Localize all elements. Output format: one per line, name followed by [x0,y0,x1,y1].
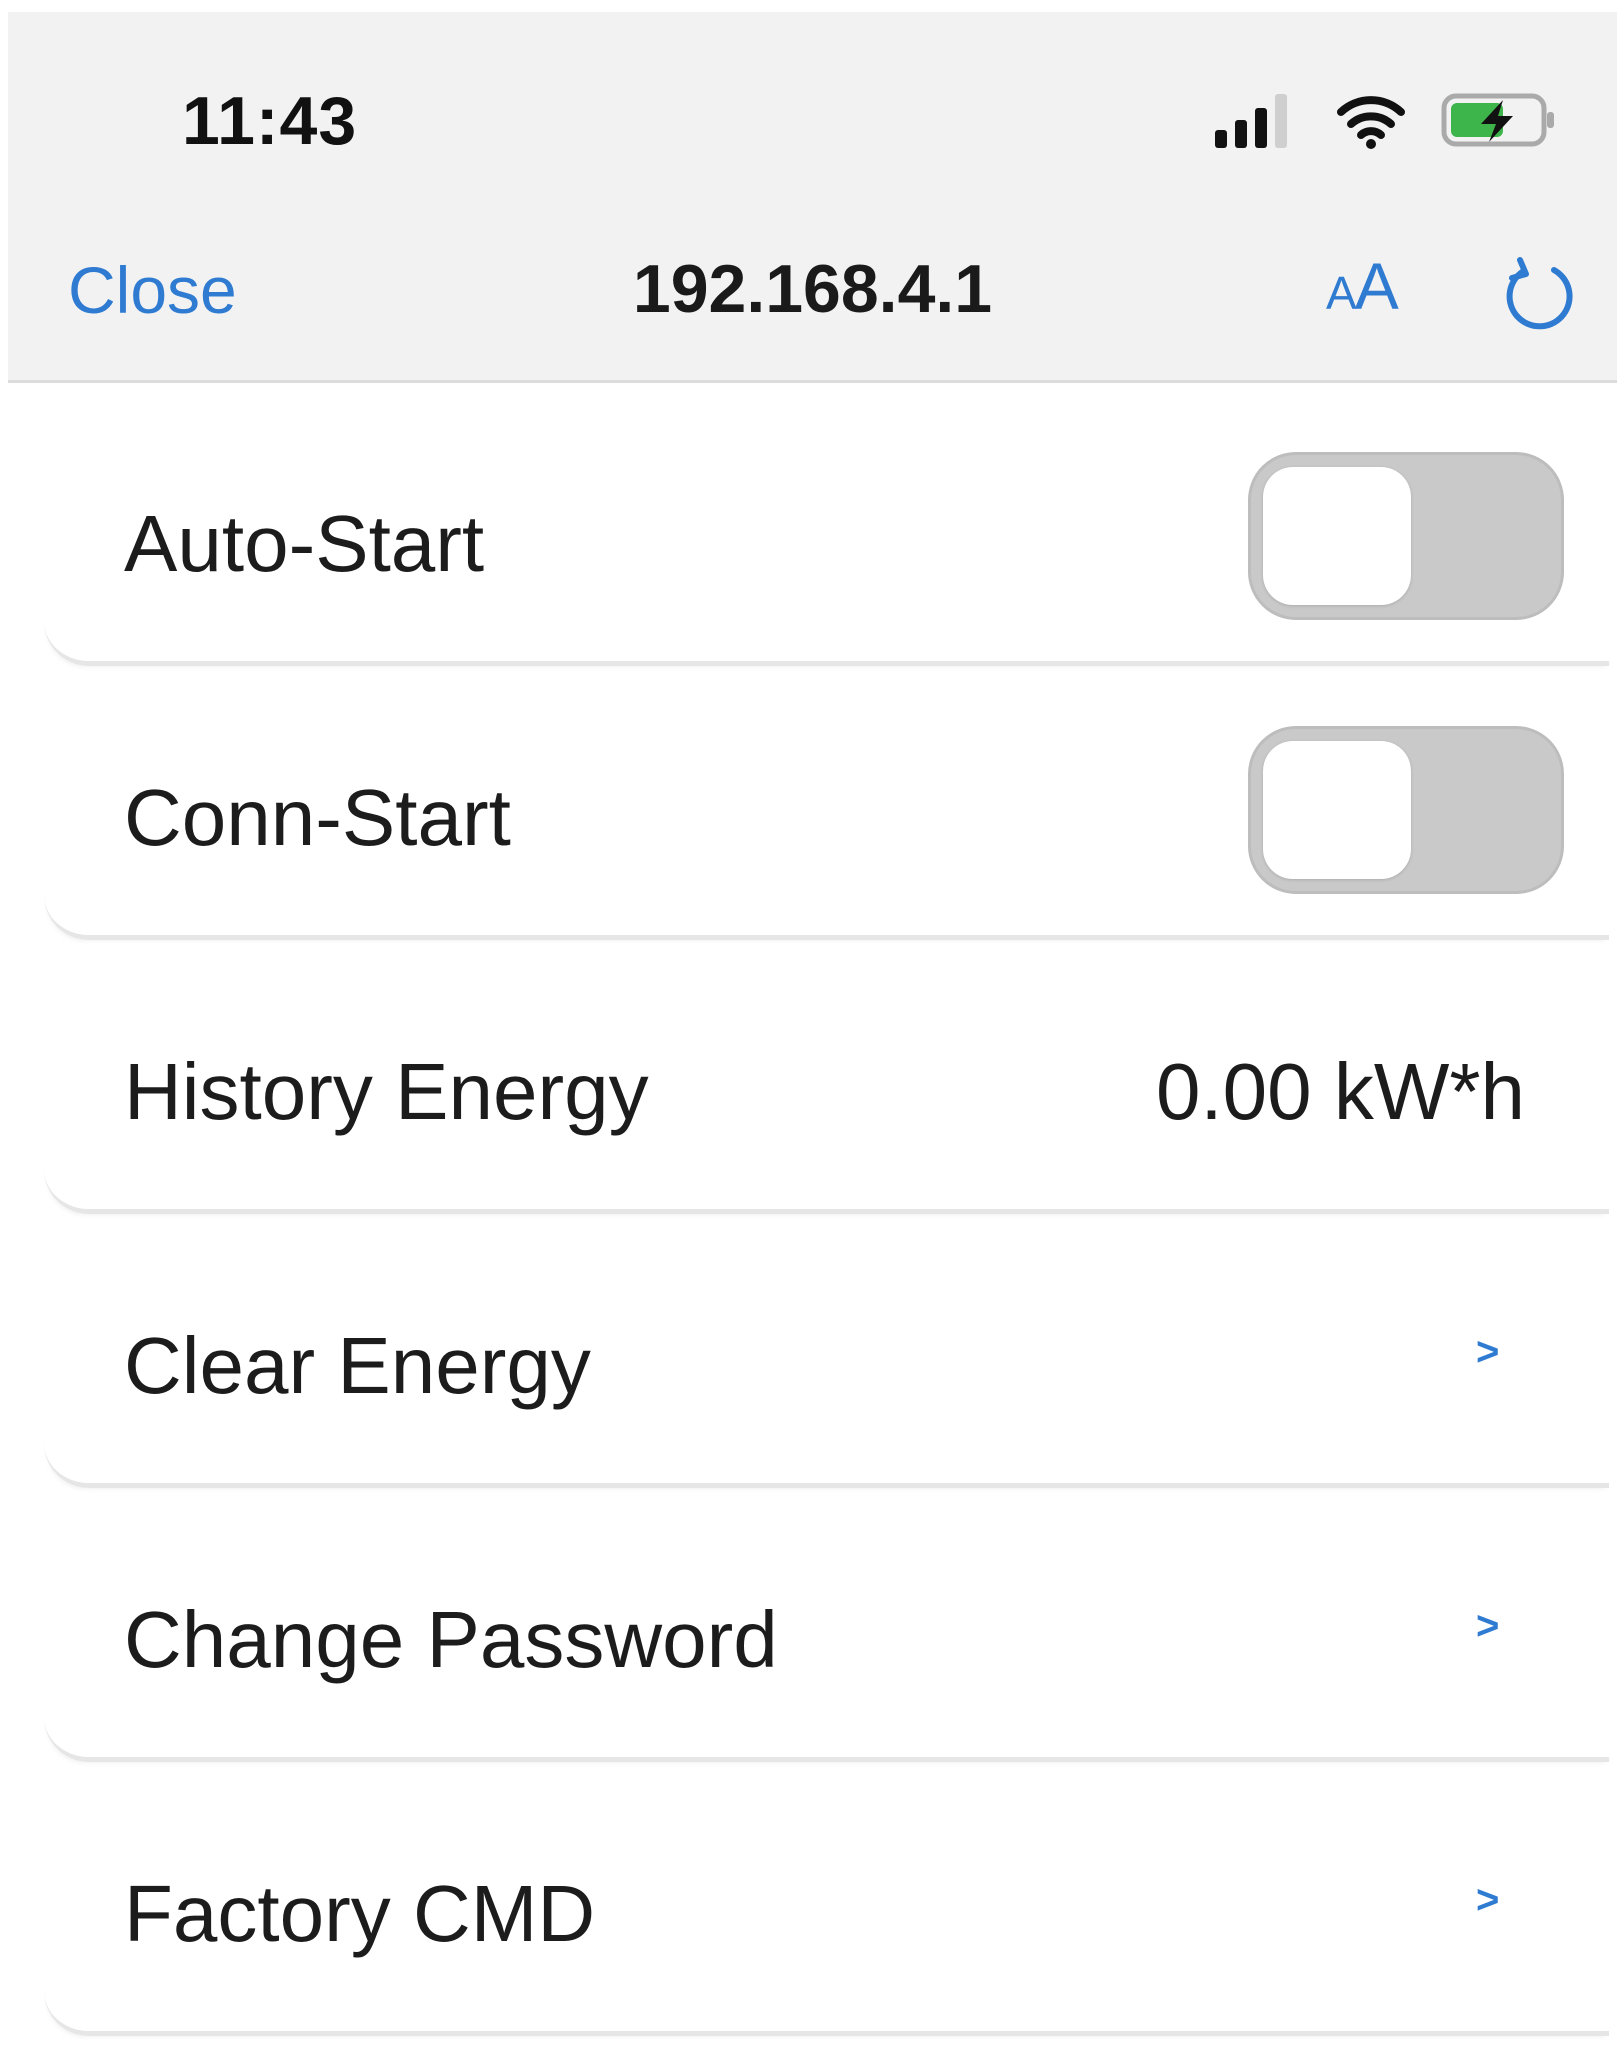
toggle-knob [1263,741,1411,879]
setting-label-history-energy: History Energy [124,1047,649,1136]
setting-label-conn-start: Conn-Start [124,773,511,862]
text-size-small-a: A [1326,267,1357,319]
browser-chrome: 11:43 Close 192.168.4.1 AA [8,12,1617,383]
auto-start-toggle[interactable] [1248,452,1564,620]
setting-label-auto-start: Auto-Start [124,499,485,588]
setting-label-change-password: Change Password [124,1595,778,1684]
setting-label-factory-cmd: Factory CMD [124,1869,596,1958]
setting-row-factory-cmd[interactable]: Factory CMD > [0,1762,1617,2036]
wifi-icon [1337,96,1405,149]
row-divider [44,895,1609,940]
setting-row-conn-start: Conn-Start [0,666,1617,940]
row-divider [44,1443,1609,1488]
setting-row-auto-start: Auto-Start [0,392,1617,666]
phone-screen: 11:43 Close 192.168.4.1 AA Auto-Start Co… [0,0,1617,2048]
row-divider [44,1169,1609,1214]
setting-label-clear-energy: Clear Energy [124,1321,591,1410]
reload-icon[interactable] [1496,252,1580,336]
toggle-knob [1263,467,1411,605]
chevron-right-icon: > [1476,1330,1500,1374]
text-size-button[interactable]: AA [1326,248,1399,324]
setting-row-clear-energy[interactable]: Clear Energy > [0,1214,1617,1488]
text-size-large-a: A [1354,249,1399,323]
setting-row-change-password[interactable]: Change Password > [0,1488,1617,1762]
history-energy-value: 0.00 kW*h [1155,1047,1525,1136]
chevron-right-icon: > [1476,1604,1500,1648]
row-divider [44,621,1609,666]
row-divider [44,1717,1609,1762]
status-time: 11:43 [182,83,358,159]
setting-row-history-energy: History Energy 0.00 kW*h [0,940,1617,1214]
status-icons [1211,90,1557,150]
chevron-right-icon: > [1476,1878,1500,1922]
signal-icon [1215,94,1287,148]
battery-charging-icon [1441,93,1554,147]
row-divider [44,1991,1609,2036]
conn-start-toggle[interactable] [1248,726,1564,894]
